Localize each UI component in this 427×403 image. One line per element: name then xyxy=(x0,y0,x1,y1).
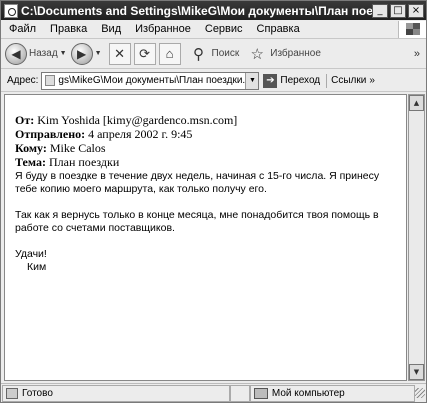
window-title: C:\Documents and Settings\MikeG\Мои доку… xyxy=(21,3,372,18)
header-subject: Тема: План поездки xyxy=(15,155,398,169)
ie-app-icon[interactable] xyxy=(4,3,18,18)
to-label: Кому: xyxy=(15,141,47,155)
search-button[interactable]: ⚲ Поиск xyxy=(185,43,240,65)
standard-toolbar: ◀ Назад ▼ ▶ ▼ ✕ ⟳ ⌂ ⚲ Поиск ☆ Избранное … xyxy=(1,39,426,69)
subject-label: Тема: xyxy=(15,155,46,169)
title-bar[interactable]: C:\Documents and Settings\MikeG\Мои доку… xyxy=(1,1,426,20)
forward-button[interactable]: ▶ ▼ xyxy=(70,42,102,65)
signature-text: Ким xyxy=(27,261,47,273)
back-arrow-icon: ◀ xyxy=(5,42,27,65)
star-icon: ☆ xyxy=(250,45,264,63)
links-button[interactable]: Ссылки» xyxy=(331,75,375,86)
zone-text: Мой компьютер xyxy=(271,387,345,399)
status-bar: Готово Мой компьютер xyxy=(1,383,426,402)
search-label: Поиск xyxy=(211,48,240,59)
page-icon xyxy=(45,75,56,86)
back-dropdown-icon[interactable]: ▼ xyxy=(60,50,67,57)
to-value: Mike Calos xyxy=(49,141,106,155)
windows-logo-icon xyxy=(398,20,426,38)
go-label: Переход xyxy=(280,75,321,86)
closing-text: Удачи! xyxy=(15,248,47,260)
links-label: Ссылки xyxy=(331,75,367,86)
go-button[interactable]: ➔ Переход xyxy=(263,73,328,88)
maximize-button[interactable]: □ xyxy=(390,3,406,18)
page-content: От: Kim Yoshida [kimy@gardenco.msn.com] … xyxy=(4,94,407,381)
status-empty-cell xyxy=(230,384,250,402)
refresh-button[interactable]: ⟳ xyxy=(133,42,156,65)
back-label: Назад xyxy=(29,48,58,59)
message-body: Я буду в поездке в течение двух недель, … xyxy=(15,170,398,274)
address-label: Адрес: xyxy=(7,75,39,86)
address-value[interactable]: gs\MikeG\Мои документы\План поездки.htm xyxy=(58,75,245,86)
subject-value: План поездки xyxy=(48,155,120,169)
scroll-down-icon[interactable]: ▼ xyxy=(409,364,424,380)
page-status-icon xyxy=(6,387,18,399)
minimize-button[interactable]: _ xyxy=(372,3,388,18)
computer-icon xyxy=(253,387,268,399)
address-input[interactable]: gs\MikeG\Мои документы\План поездки.htm … xyxy=(41,71,260,90)
vertical-scrollbar[interactable]: ▲ ▼ xyxy=(408,94,425,381)
menu-bar: Файл Правка Вид Избранное Сервис Справка xyxy=(1,20,426,39)
favorites-button[interactable]: ☆ Избранное xyxy=(243,43,321,65)
status-zone: Мой компьютер xyxy=(249,384,416,402)
header-to: Кому: Mike Calos xyxy=(15,141,398,155)
sent-value: 4 апреля 2002 г. 9:45 xyxy=(88,127,193,141)
stop-button[interactable]: ✕ xyxy=(108,42,131,65)
browser-window: C:\Documents and Settings\MikeG\Мои доку… xyxy=(0,0,427,403)
toolbar-more-button[interactable]: » xyxy=(414,48,420,60)
sent-label: Отправлено: xyxy=(15,127,86,141)
resize-grip-icon[interactable] xyxy=(415,388,425,398)
status-main: Готово xyxy=(2,384,231,402)
nav-buttons-group: ✕ ⟳ ⌂ xyxy=(106,42,181,65)
favorites-label: Избранное xyxy=(270,48,321,59)
email-message: От: Kim Yoshida [kimy@gardenco.msn.com] … xyxy=(5,95,406,274)
search-icon: ⚲ xyxy=(193,45,205,63)
address-dropdown-icon[interactable]: ▼ xyxy=(245,72,259,89)
home-button[interactable]: ⌂ xyxy=(158,42,181,65)
scroll-up-icon[interactable]: ▲ xyxy=(409,95,424,111)
close-button[interactable]: × xyxy=(408,3,424,18)
back-button[interactable]: ◀ Назад ▼ xyxy=(5,42,67,65)
menu-edit[interactable]: Правка xyxy=(43,23,94,35)
menu-view[interactable]: Вид xyxy=(94,23,128,35)
header-from: От: Kim Yoshida [kimy@gardenco.msn.com] xyxy=(15,113,398,127)
from-value: Kim Yoshida [kimy@gardenco.msn.com] xyxy=(37,113,238,127)
menu-file[interactable]: Файл xyxy=(1,23,43,35)
body-paragraph-2: Так как я вернусь только в конце месяца,… xyxy=(15,209,379,234)
forward-arrow-icon: ▶ xyxy=(70,42,93,65)
go-arrow-icon: ➔ xyxy=(263,73,278,88)
header-sent: Отправлено: 4 апреля 2002 г. 9:45 xyxy=(15,127,398,141)
menu-favorites[interactable]: Избранное xyxy=(128,23,198,35)
from-label: От: xyxy=(15,113,35,127)
status-text: Готово xyxy=(22,387,53,399)
links-more-icon: » xyxy=(369,75,375,86)
menu-tools[interactable]: Сервис xyxy=(198,23,250,35)
body-paragraph-1: Я буду в поездке в течение двух недель, … xyxy=(15,170,380,195)
menu-help[interactable]: Справка xyxy=(250,23,307,35)
address-bar: Адрес: gs\MikeG\Мои документы\План поезд… xyxy=(1,70,426,92)
forward-dropdown-icon[interactable]: ▼ xyxy=(95,50,102,57)
